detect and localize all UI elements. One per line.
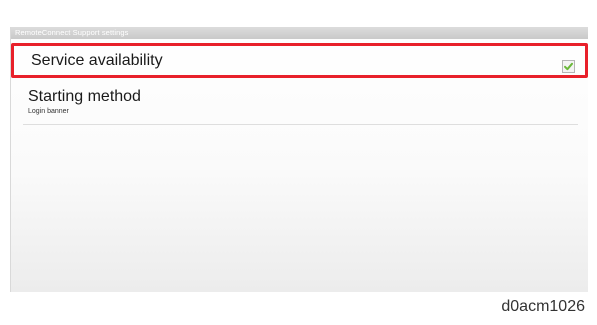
row-divider	[23, 124, 578, 125]
service-availability-row[interactable]: Service availability	[11, 43, 588, 78]
starting-method-label: Starting method	[28, 88, 141, 105]
starting-method-value: Login banner	[28, 108, 69, 115]
service-availability-checkbox[interactable]	[562, 60, 575, 73]
section-header: RemoteConnect Support settings	[11, 27, 588, 39]
checkmark-icon	[564, 62, 573, 71]
service-availability-label: Service availability	[31, 52, 163, 69]
settings-screen: RemoteConnect Support settings Service a…	[10, 27, 588, 292]
figure-caption: d0acm1026	[501, 298, 585, 315]
starting-method-row[interactable]: Starting method Login banner	[11, 84, 588, 124]
